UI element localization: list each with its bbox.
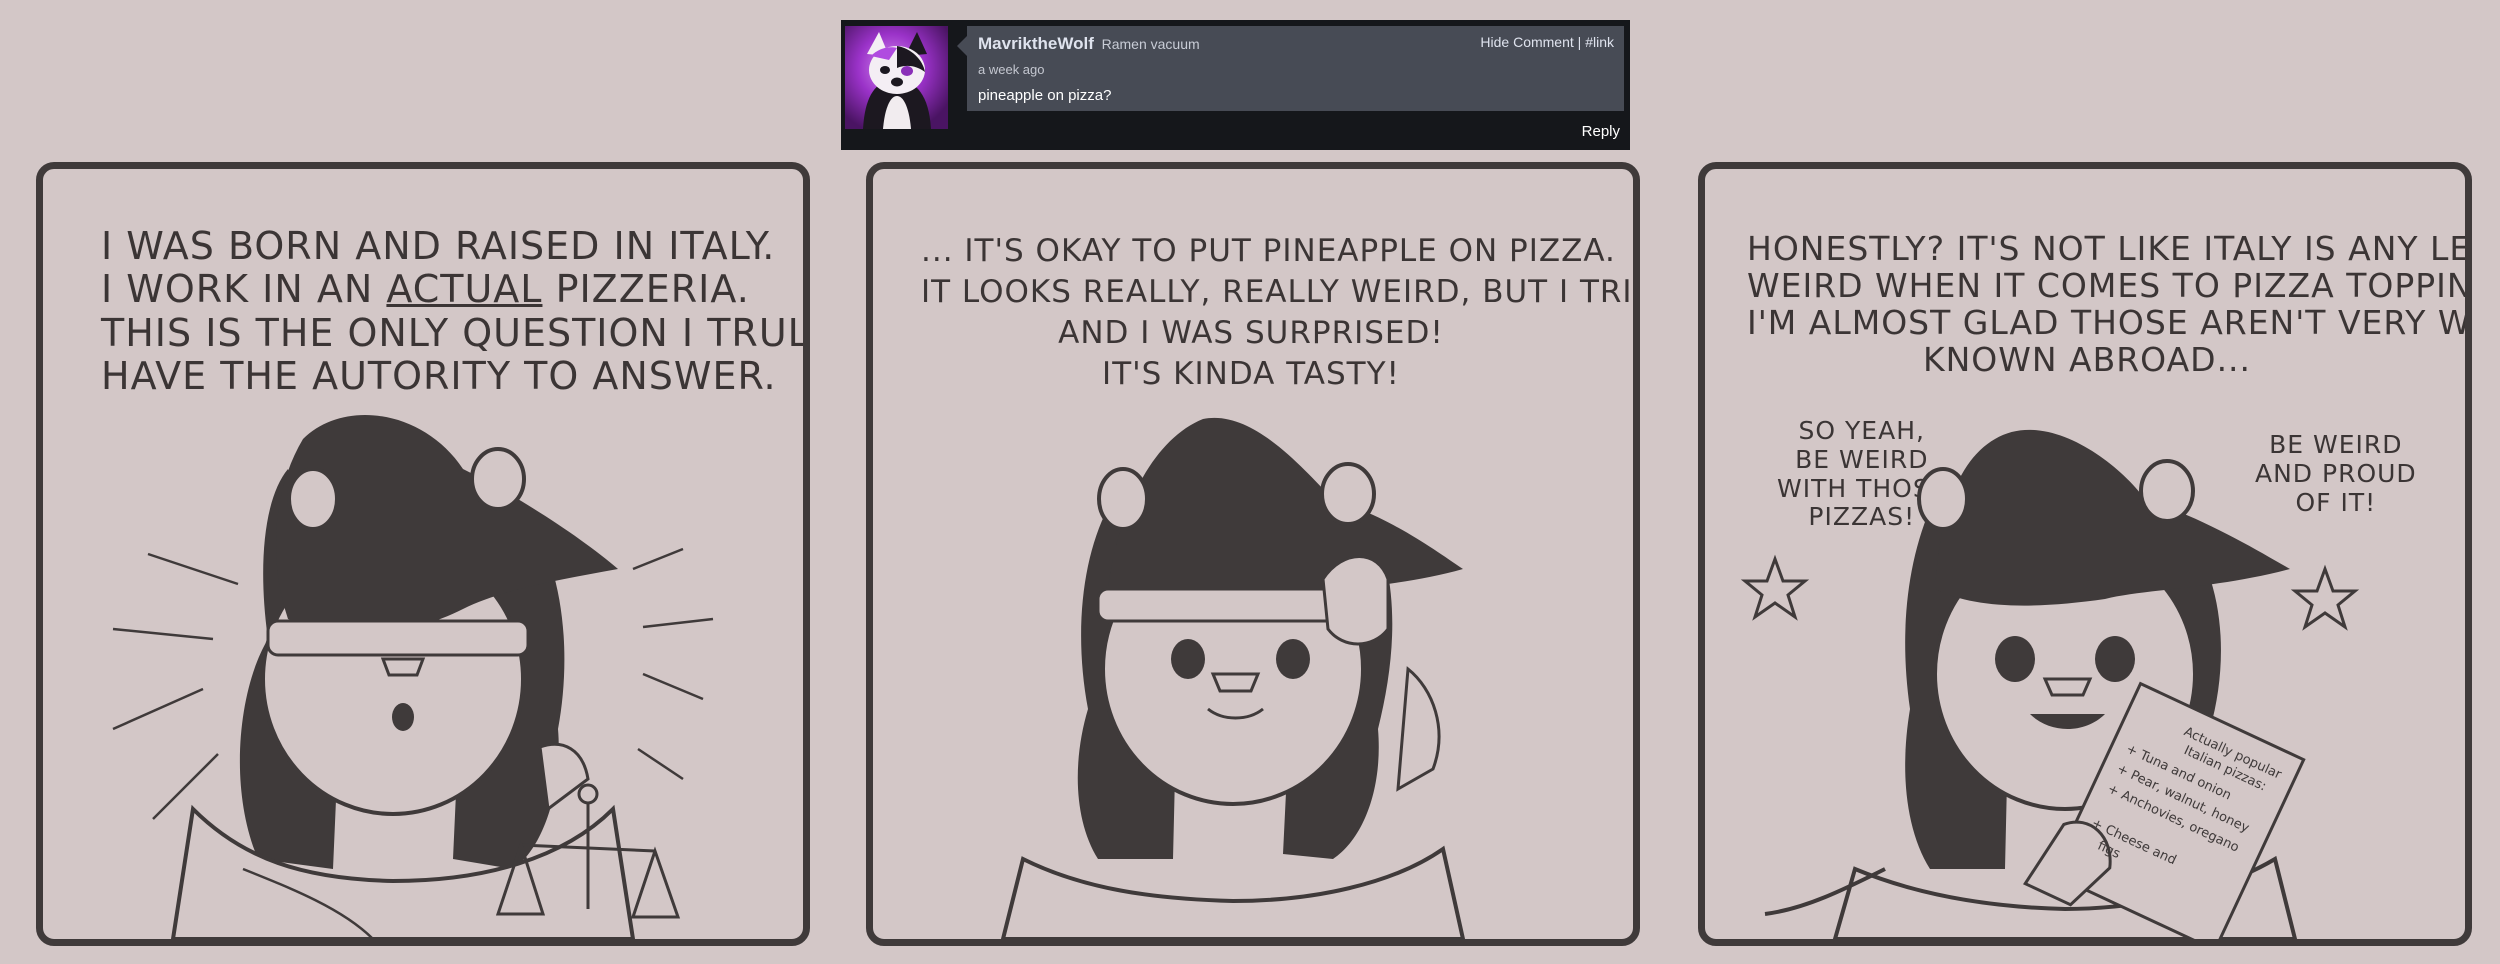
reply-button[interactable]: Reply — [1582, 123, 1620, 140]
comic-panel-3: Honestly? It's not like Italy is any les… — [1698, 162, 2472, 946]
links-separator: | — [1573, 34, 1586, 50]
comment-text: pineapple on pizza? — [978, 87, 1112, 104]
comment-timestamp: a week ago — [978, 62, 1045, 77]
comment-actions: Hide Comment | #link — [1480, 34, 1614, 50]
comment-body: MavriktheWolf Ramen vacuum a week ago pi… — [957, 26, 1624, 111]
comic-panel-2: ... it's okay to put pineapple on pizza.… — [866, 162, 1640, 946]
user-avatar[interactable] — [845, 26, 948, 129]
comment-card: MavriktheWolf Ramen vacuum a week ago pi… — [841, 20, 1630, 150]
comment-author: MavriktheWolf Ramen vacuum — [978, 34, 1200, 54]
hide-comment-link[interactable]: Hide Comment — [1480, 34, 1573, 50]
panel-1-illustration — [112, 415, 714, 939]
permalink[interactable]: #link — [1585, 34, 1614, 50]
star-doodle-right — [2290, 564, 2360, 631]
author-title: Ramen vacuum — [1101, 36, 1200, 52]
star-doodle-left — [1740, 554, 1810, 621]
panel-3-illustration: Actually popular Italian pizzas: + Tuna … — [1740, 429, 2360, 939]
panel-2-illustration — [1000, 417, 1466, 939]
author-name-link[interactable]: MavriktheWolf — [978, 34, 1094, 53]
comic-panel-1: I was born and raised in Italy. I work i… — [36, 162, 810, 946]
